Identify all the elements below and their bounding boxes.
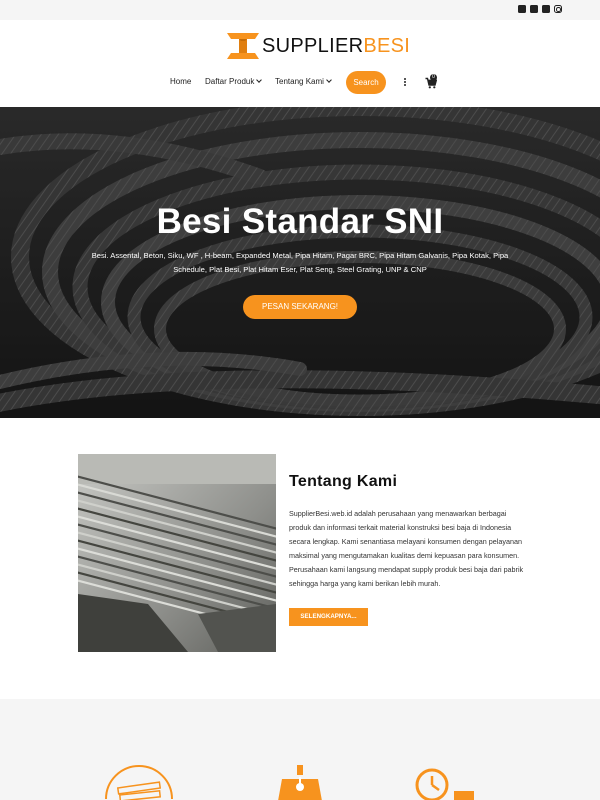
hero-title: Besi Standar SNI [156,202,444,241]
factory-hook-icon [278,765,322,800]
linkedin-icon[interactable] [542,5,550,13]
nav-daftar-produk-label: Daftar Produk [205,77,255,86]
about-section: Tentang Kami SupplierBesi.web.id adalah … [0,418,600,699]
order-now-button[interactable]: PESAN SEKARANG! [243,295,357,319]
nav-tentang-kami-label: Tentang Kami [275,77,324,86]
steel-rods-photo [78,454,276,652]
site-logo[interactable]: SUPPLIERBESI [225,29,410,63]
features-section [0,699,600,800]
chevron-down-icon [326,77,332,83]
instagram-icon[interactable] [554,5,562,13]
fast-delivery-icon [415,768,474,800]
steel-bars-icon [105,765,173,800]
top-bar [0,0,600,20]
chevron-down-icon [256,77,263,83]
about-title: Tentang Kami [289,473,398,490]
hero-banner: Besi Standar SNI Besi. Assental, Beton, … [0,107,600,418]
nav-tentang-kami[interactable]: Tentang Kami [275,77,332,86]
read-more-button[interactable]: SELENGKAPNYA... [289,608,368,626]
nav-daftar-produk[interactable]: Daftar Produk [205,77,263,86]
nav-home[interactable]: Home [170,77,191,86]
about-description: SupplierBesi.web.id adalah perusahaan ya… [289,509,524,588]
logo-text-supplier: SUPPLIER [262,34,364,57]
main-nav: Home Daftar Produk Tentang Kami Search 0 [0,71,600,95]
logo-text: SUPPLIERBESI [262,35,410,58]
i-beam-logo-icon [227,33,259,59]
cart-count-badge: 0 [430,74,437,81]
facebook-icon[interactable] [518,5,526,13]
social-links [518,5,562,13]
hero-subtitle: Besi. Assental, Beton, Siku, WF , H-beam… [91,251,509,274]
search-button[interactable]: Search [346,71,386,94]
twitter-icon[interactable] [530,5,538,13]
site-header: SUPPLIERBESI Home Daftar Produk Tentang … [0,20,600,107]
more-menu-icon[interactable] [404,78,407,88]
logo-text-besi: BESI [363,34,411,57]
